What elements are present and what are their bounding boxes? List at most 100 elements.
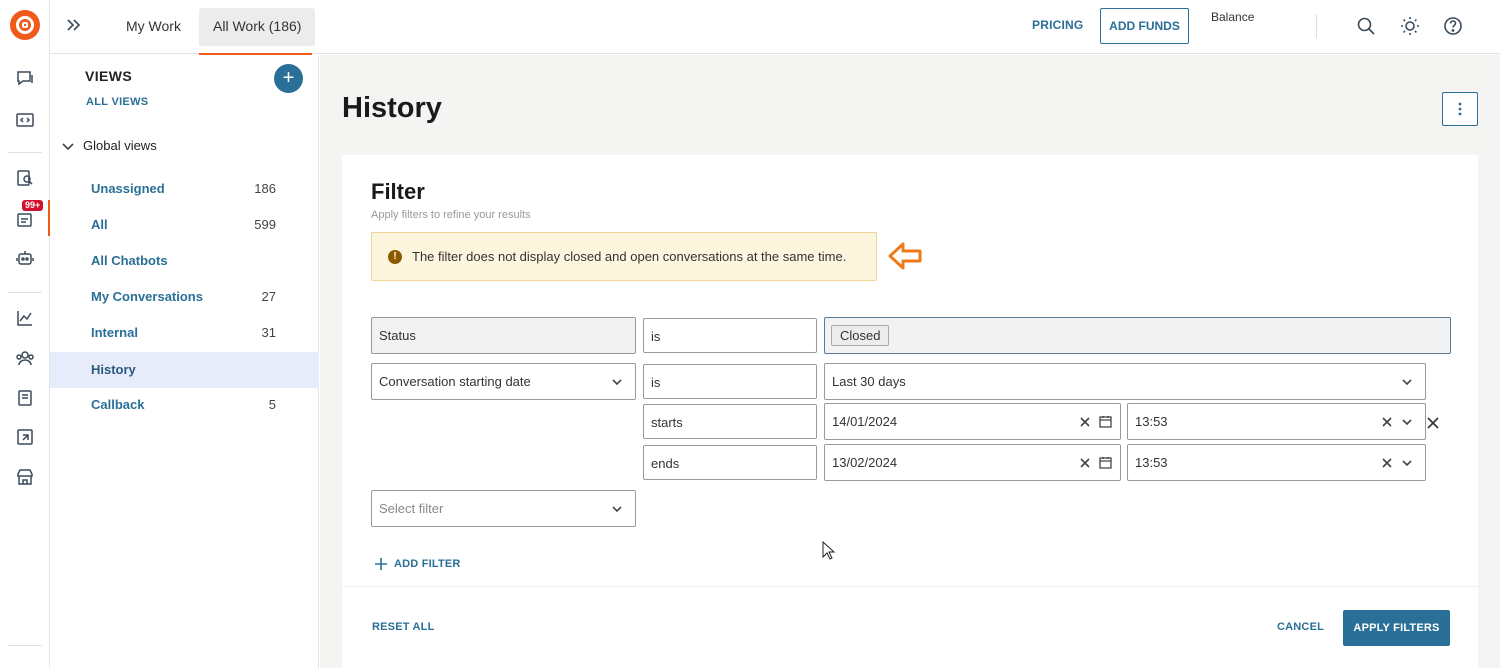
chevron-down-icon [61,139,75,153]
rail-divider [8,645,42,646]
date-operator-value: is [651,375,661,390]
view-item-count: 31 [261,325,276,340]
end-date-value: 13/02/2024 [832,455,898,470]
view-item-label: All Chatbots [91,253,168,268]
analytics-icon[interactable] [15,308,35,328]
mouse-cursor-icon [822,541,836,560]
add-view-button[interactable]: + [274,64,303,93]
view-item-callback[interactable]: Callback 5 [50,387,319,423]
bot-icon[interactable] [15,248,35,268]
view-item-unassigned[interactable]: Unassigned 186 [50,171,319,207]
left-rail: 99+ [0,0,50,668]
logo-icon[interactable] [10,10,40,40]
filter-subtitle: Apply filters to refine your results [371,209,531,221]
view-item-count: 186 [254,181,276,196]
start-time-value: 13:53 [1135,414,1168,429]
global-views-label: Global views [83,138,157,153]
store-icon[interactable] [15,467,35,487]
help-icon[interactable] [1443,16,1463,36]
chevron-down-icon [1401,416,1413,428]
view-item-internal[interactable]: Internal 31 [50,315,319,351]
code-window-icon[interactable] [15,110,35,130]
status-operator: is [643,318,817,353]
page-title: History [342,92,442,124]
view-item-label: Unassigned [91,181,165,196]
end-date-input[interactable]: 13/02/2024 [824,444,1121,481]
calendar-icon[interactable] [1099,415,1112,428]
add-filter-button[interactable]: ADD FILTER [374,557,461,571]
add-funds-button[interactable]: ADD FUNDS [1100,8,1189,44]
topbar-divider [1316,14,1317,38]
top-bar: My Work All Work (186) PRICING ADD FUNDS… [50,0,1500,55]
remove-filter-icon[interactable] [1426,416,1440,430]
date-field-value: Conversation starting date [379,374,531,389]
view-item-count: 5 [268,397,276,412]
calendar-icon[interactable] [1099,456,1112,469]
view-item-label: History [91,362,136,377]
starts-label: starts [651,415,683,430]
start-date-input[interactable]: 14/01/2024 [824,403,1121,440]
pricing-link[interactable]: PRICING [1032,18,1083,32]
view-item-count: 27 [261,289,276,304]
view-item-label: Callback [91,397,145,412]
plus-icon [374,557,388,571]
status-operator-value: is [651,329,661,344]
expand-sidebar-icon[interactable] [64,16,84,36]
clear-icon[interactable] [1079,416,1091,428]
view-item-all-chatbots[interactable]: All Chatbots [50,243,319,279]
more-options-button[interactable] [1442,92,1478,126]
book-icon[interactable] [15,388,35,408]
chevron-down-icon [1401,457,1413,469]
chat-icon[interactable] [15,68,35,88]
end-time-select[interactable]: 13:53 [1127,444,1426,481]
global-views-toggle[interactable]: Global views [61,138,157,153]
add-filter-label: ADD FILTER [394,558,461,570]
reset-all-button[interactable]: RESET ALL [372,621,435,633]
date-range-value: Last 30 days [832,374,906,389]
start-time-select[interactable]: 13:53 [1127,403,1426,440]
view-item-label: All [91,217,108,232]
filter-card: Filter Apply filters to refine your resu… [342,155,1478,668]
apply-filters-button[interactable]: APPLY FILTERS [1343,610,1450,646]
view-item-label: Internal [91,325,138,340]
balance-label: Balance [1211,10,1255,24]
exports-icon[interactable] [15,427,35,447]
ends-label: ends [651,456,680,471]
main-content: History Filter Apply filters to refine y… [320,55,1500,668]
people-icon[interactable] [15,348,35,368]
ends-label-box: ends [643,445,817,480]
select-filter-dropdown[interactable]: Select filter [371,490,636,527]
view-item-history[interactable]: History [50,352,319,388]
view-item-count: 599 [254,217,276,232]
status-value-select[interactable]: Closed [824,317,1451,354]
view-item-my-conversations[interactable]: My Conversations 27 [50,279,319,315]
arrow-left-icon [888,242,922,270]
clear-icon[interactable] [1079,457,1091,469]
start-date-value: 14/01/2024 [832,414,898,429]
clear-icon[interactable] [1381,457,1393,469]
alert-text: The filter does not display closed and o… [412,249,847,264]
search-icon[interactable] [1356,16,1376,36]
date-range-select[interactable]: Last 30 days [824,363,1426,400]
clear-icon[interactable] [1381,416,1393,428]
date-field-select[interactable]: Conversation starting date [371,363,636,400]
inbox-search-icon[interactable] [15,168,35,188]
warning-alert: ! The filter does not display closed and… [371,232,877,281]
date-operator: is [643,364,817,399]
status-field: Status [371,317,636,354]
theme-sun-icon[interactable] [1400,16,1420,36]
rail-divider [8,292,42,293]
views-sidebar: VIEWS ALL VIEWS + Global views Unassigne… [50,55,319,668]
cancel-button[interactable]: CANCEL [1277,621,1324,633]
status-chip-closed[interactable]: Closed [831,325,890,346]
filter-title: Filter [371,179,425,204]
view-item-label: My Conversations [91,289,203,304]
conversations-icon[interactable] [15,209,35,229]
view-item-all[interactable]: All 599 [50,207,319,243]
starts-label-box: starts [643,404,817,439]
tab-my-work[interactable]: My Work [112,8,195,46]
tab-all-work[interactable]: All Work (186) [199,8,316,46]
rail-divider [8,152,42,153]
views-title: VIEWS [85,68,133,84]
all-views-link[interactable]: ALL VIEWS [86,96,148,108]
